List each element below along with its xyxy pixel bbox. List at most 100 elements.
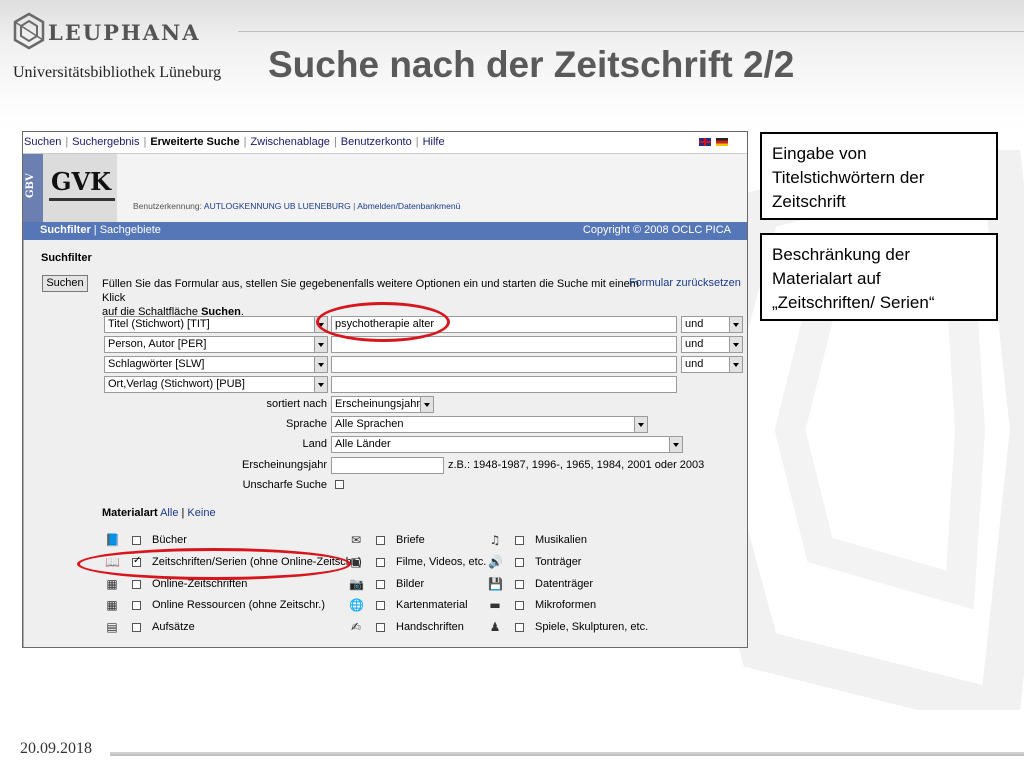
field-select-2[interactable]: Person, Autor [PER] <box>104 336 328 353</box>
field-select-4-value: Ort,Verlag (Stichwort) [PUB] <box>108 378 245 390</box>
country-select-value: Alle Länder <box>335 438 391 450</box>
language-select[interactable]: Alle Sprachen <box>331 416 648 433</box>
copyright-text: Copyright © 2008 OCLC PICA <box>582 224 731 236</box>
chevron-down-icon <box>729 337 742 352</box>
material-spiele[interactable]: ♟ Spiele, Skulpturen, etc. <box>488 620 688 636</box>
film-icon: ▣ <box>350 555 362 569</box>
operator-select-3[interactable]: und <box>681 356 743 373</box>
material-checkbox[interactable] <box>515 580 524 589</box>
material-label: Materialart <box>102 507 158 519</box>
material-musikalien[interactable]: ♫ Musikalien <box>488 533 668 549</box>
field-select-1[interactable]: Titel (Stichwort) [TIT] <box>104 316 328 333</box>
year-input[interactable] <box>331 457 444 474</box>
online-resource-icon: ▦ <box>106 598 118 612</box>
top-navigation: Suchen | Suchergebnis | Erweiterte Suche | Zwi… <box>23 132 747 153</box>
gvk-underline <box>49 198 115 201</box>
highlight-ellipse-material <box>77 548 351 580</box>
nav-erweiterte-suche[interactable]: Erweiterte Suche <box>150 136 239 148</box>
material-handschriften[interactable]: ✍ Handschriften <box>349 620 499 636</box>
material-all-link[interactable]: Alle <box>160 507 178 519</box>
material-checkbox[interactable] <box>132 623 141 632</box>
material-checkbox[interactable] <box>515 601 524 610</box>
material-briefe[interactable]: ✉ Briefe <box>349 533 499 549</box>
slide-date: 20.09.2018 <box>20 740 92 757</box>
material-mikroformen[interactable]: ▬ Mikroformen <box>488 598 668 614</box>
material-kartenmaterial[interactable]: 🌐 Kartenmaterial <box>349 598 499 614</box>
nav-hilfe[interactable]: Hilfe <box>423 136 445 148</box>
material-checkbox[interactable] <box>376 558 385 567</box>
tab-separator: | <box>93 224 97 236</box>
callout-title-keywords: Eingabe von Titelstichwörtern der Zeitsc… <box>760 132 998 220</box>
brand-wordmark: LEUPHANA <box>48 20 201 45</box>
material-checkbox[interactable] <box>515 558 524 567</box>
chevron-down-icon <box>420 397 433 412</box>
fuzzy-search-checkbox[interactable] <box>335 480 344 489</box>
field-select-1-value: Titel (Stichwort) [TIT] <box>108 318 210 330</box>
field-select-3-value: Schlagwörter [SLW] <box>108 358 205 370</box>
material-checkbox[interactable] <box>376 623 385 632</box>
chevron-down-icon <box>729 317 742 332</box>
material-checkbox[interactable] <box>515 536 524 545</box>
material-buecher[interactable]: 📘 Bücher <box>105 533 325 549</box>
material-checkbox[interactable] <box>515 623 524 632</box>
operator-select-3-value: und <box>685 358 704 370</box>
search-term-input-3[interactable] <box>331 356 677 373</box>
online-journal-icon: ▦ <box>106 577 118 591</box>
material-checkbox[interactable] <box>376 536 385 545</box>
gbv-strip: GBV <box>23 154 43 222</box>
material-filme[interactable]: ▣ Filme, Videos, etc. <box>349 555 499 571</box>
library-name: Universitätsbibliothek Lüneburg <box>13 64 222 81</box>
operator-select-1[interactable]: und <box>681 316 743 333</box>
chevron-down-icon <box>729 357 742 372</box>
sort-select-value: Erscheinungsjahr <box>335 398 420 410</box>
material-none-link[interactable]: Keine <box>187 507 215 519</box>
microform-icon: ▬ <box>489 598 501 612</box>
nav-zwischenablage[interactable]: Zwischenablage <box>250 136 330 148</box>
tab-suchfilter[interactable]: Suchfilter <box>40 224 91 236</box>
material-checkbox[interactable] <box>376 580 385 589</box>
tab-sachgebiete[interactable]: Sachgebiete <box>100 224 161 236</box>
chevron-down-icon <box>669 437 682 452</box>
material-label-musikalien: Musikalien <box>535 534 587 546</box>
user-separator: | <box>353 201 356 211</box>
sort-select[interactable]: Erscheinungsjahr <box>331 396 434 413</box>
reset-form-link[interactable]: Formular zurücksetzen <box>629 277 741 289</box>
material-label-spiele: Spiele, Skulpturen, etc. <box>535 621 649 633</box>
highlight-ellipse-search-term <box>316 302 450 342</box>
section-heading: Suchfilter <box>41 252 92 264</box>
nav-suchen[interactable]: Suchen <box>24 136 61 148</box>
country-label: Land <box>302 438 327 450</box>
material-checkbox[interactable] <box>132 580 141 589</box>
search-button[interactable]: Suchen <box>42 275 88 292</box>
material-label-aufsaetze: Aufsätze <box>152 621 195 633</box>
logout-link[interactable]: Abmelden/Datenbankmenü <box>357 201 460 211</box>
operator-select-2-value: und <box>685 338 704 350</box>
material-datentraeger[interactable]: 💾 Datenträger <box>488 577 668 593</box>
german-flag-icon[interactable] <box>716 138 728 146</box>
field-select-3[interactable]: Schlagwörter [SLW] <box>104 356 328 373</box>
material-label-online-ressourcen: Online Ressourcen (ohne Zeitschr.) <box>152 599 326 611</box>
material-checkbox[interactable] <box>132 601 141 610</box>
material-checkbox[interactable] <box>132 536 141 545</box>
material-tontraeger[interactable]: 🔊 Tonträger <box>488 555 668 571</box>
chevron-down-icon <box>314 337 327 352</box>
callout-material-type: Beschränkung der Materialart auf „Zeitsc… <box>760 233 998 321</box>
material-label-tontraeger: Tonträger <box>535 556 582 568</box>
material-checkbox[interactable] <box>376 601 385 610</box>
material-aufsaetze[interactable]: ▤ Aufsätze <box>105 620 325 636</box>
material-label-bilder: Bilder <box>396 578 425 590</box>
country-select[interactable]: Alle Länder <box>331 436 683 453</box>
search-term-input-4[interactable] <box>331 376 677 393</box>
header-divider <box>238 31 1024 32</box>
material-bilder[interactable]: 📷 Bilder <box>349 577 499 593</box>
material-label-datentraeger: Datenträger <box>535 578 594 590</box>
english-flag-icon[interactable] <box>699 138 711 146</box>
material-online-ressourcen[interactable]: ▦ Online Ressourcen (ohne Zeitschr.) <box>105 598 325 614</box>
operator-select-2[interactable]: und <box>681 336 743 353</box>
nav-suchergebnis[interactable]: Suchergebnis <box>72 136 139 148</box>
footer-divider <box>110 752 1024 756</box>
year-hint: z.B.: 1948-1987, 1996-, 1965, 1984, 2001… <box>448 459 705 471</box>
field-select-4[interactable]: Ort,Verlag (Stichwort) [PUB] <box>104 376 328 393</box>
operator-select-1-value: und <box>685 318 704 330</box>
nav-benutzerkonto[interactable]: Benutzerkonto <box>341 136 412 148</box>
